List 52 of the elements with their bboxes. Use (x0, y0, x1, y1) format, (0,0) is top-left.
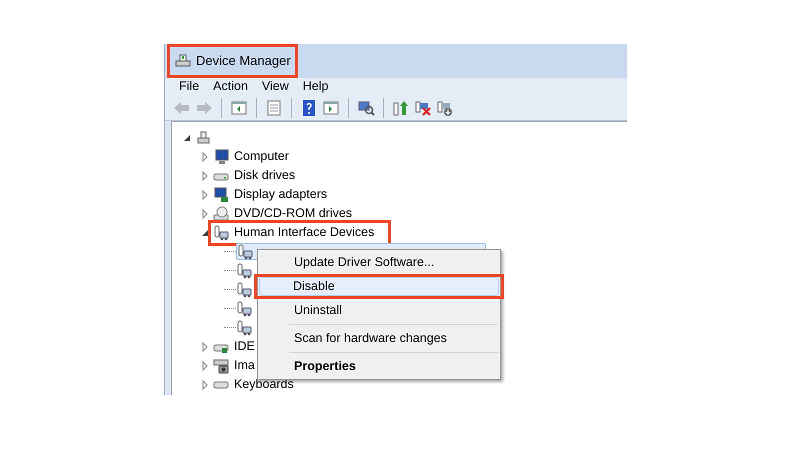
collapse-arrow-icon[interactable] (182, 132, 192, 142)
usb-device-icon (236, 300, 252, 316)
menu-item[interactable]: View (262, 77, 289, 96)
install-device-icon[interactable] (436, 98, 454, 116)
tree-item[interactable]: Display adapters (232, 185, 330, 204)
tree-item[interactable] (236, 319, 254, 336)
expand-arrow-icon[interactable] (200, 342, 210, 352)
panel-icon[interactable] (230, 98, 248, 116)
window-title: Device Manager (196, 52, 291, 70)
document-icon[interactable] (265, 98, 283, 116)
tree-item[interactable]: Computer (232, 147, 291, 166)
update-icon[interactable] (392, 98, 410, 116)
usb-device-icon (236, 282, 252, 298)
tree-item[interactable]: Ima (232, 356, 257, 375)
scan-icon[interactable] (357, 98, 375, 116)
collapse-arrow-icon[interactable] (200, 228, 210, 238)
monitor-icon (213, 186, 229, 202)
menu-item[interactable]: Action (213, 77, 248, 96)
expand-arrow-icon[interactable] (200, 360, 210, 370)
tree-item[interactable] (236, 300, 254, 317)
usb-device-icon (236, 320, 252, 336)
tree-item[interactable]: Human Interface Devices (232, 223, 376, 242)
tree-item[interactable]: Keyboards (232, 375, 296, 394)
tree-item[interactable]: IDE (232, 337, 257, 356)
expand-arrow-icon[interactable] (200, 208, 210, 218)
tree-item[interactable]: DVD/CD-ROM drives (232, 204, 354, 223)
device-manager-icon (174, 53, 192, 69)
usb-device-icon (236, 262, 252, 278)
disc-drive-icon (213, 206, 229, 222)
keyboard-icon (213, 380, 229, 388)
menu-item[interactable]: Uninstall (260, 301, 498, 320)
tree-item[interactable]: Disk drives (232, 166, 298, 185)
menu-item[interactable]: Disable (259, 277, 499, 296)
expand-arrow-icon[interactable] (200, 190, 210, 200)
menu-item[interactable]: Help (302, 77, 328, 96)
scanner-icon (213, 358, 229, 374)
expand-arrow-icon[interactable] (200, 152, 210, 162)
menu-item[interactable]: Update Driver Software... (260, 253, 498, 272)
tree-item[interactable] (236, 281, 254, 298)
usb-device-icon (237, 244, 253, 260)
remove-device-icon[interactable] (414, 98, 432, 116)
tree-item[interactable] (236, 262, 254, 279)
panel-icon[interactable] (322, 98, 340, 116)
menu-item[interactable]: File (179, 77, 200, 96)
computer-icon (213, 148, 229, 164)
computer-icon (195, 130, 211, 146)
help-icon[interactable] (300, 98, 318, 116)
expand-arrow-icon[interactable] (200, 170, 210, 180)
expand-arrow-icon[interactable] (200, 380, 210, 390)
menu-item[interactable]: Properties (260, 357, 498, 376)
menu-item[interactable]: Scan for hardware changes (260, 329, 498, 348)
usb-device-icon (213, 224, 229, 240)
